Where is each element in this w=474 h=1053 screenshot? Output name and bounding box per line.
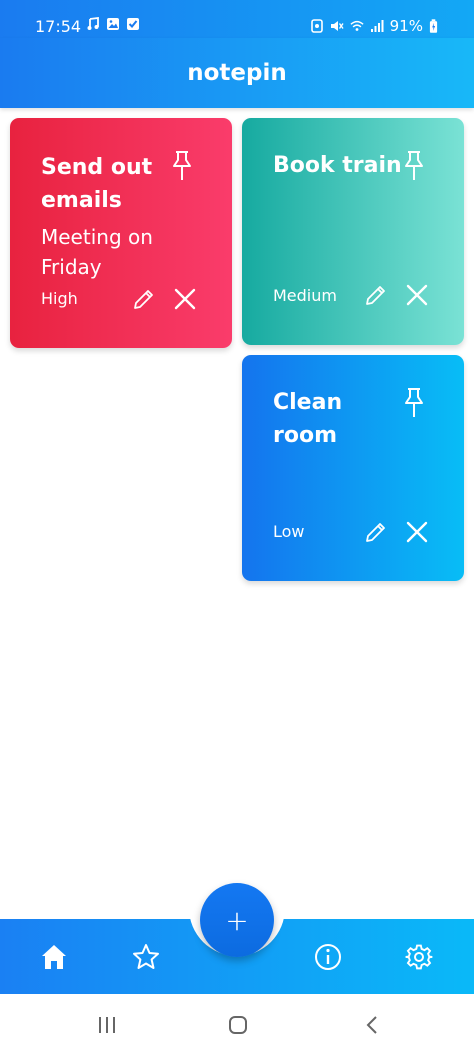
status-right: 91% [310, 17, 438, 35]
delete-icon[interactable] [405, 283, 429, 307]
home-button-icon[interactable] [227, 1014, 249, 1036]
battery-percent: 91% [389, 17, 423, 35]
pin-icon[interactable] [402, 150, 426, 182]
note-body: Meeting on Friday [41, 222, 153, 282]
status-left-icons [86, 17, 140, 31]
app-title: notepin [187, 60, 287, 86]
status-time: 17:54 [35, 17, 82, 36]
note-title-line: emails [41, 188, 122, 213]
note-priority: High [41, 289, 78, 308]
back-icon[interactable] [362, 1014, 384, 1036]
checkbox-icon [127, 18, 139, 30]
gear-icon[interactable] [405, 943, 433, 971]
delete-icon[interactable] [405, 520, 429, 544]
note-title: Clean room [273, 386, 342, 452]
note-title-line: Book train [273, 153, 402, 178]
pin-icon[interactable] [170, 150, 194, 182]
note-card[interactable]: Send out emails Meeting on Friday High [10, 118, 232, 348]
edit-icon[interactable] [364, 283, 388, 307]
note-title-line: Clean [273, 390, 343, 415]
pin-icon[interactable] [402, 387, 426, 419]
note-card[interactable]: Clean room Low [242, 355, 464, 581]
add-label: + [225, 903, 249, 937]
home-icon[interactable] [40, 943, 68, 971]
delete-icon[interactable] [173, 287, 197, 311]
add-note-button[interactable]: + [200, 883, 274, 957]
note-title: Send out emails [41, 151, 152, 217]
status-bar: 17:54 91% [0, 0, 474, 38]
note-priority: Medium [273, 286, 337, 305]
note-card[interactable]: Book train Medium [242, 118, 464, 345]
note-body-line: Meeting on [41, 225, 153, 249]
note-title-line: Send out [41, 155, 153, 180]
note-body-line: Friday [41, 255, 102, 279]
note-title: Book train [273, 149, 402, 182]
wifi-icon [350, 20, 364, 31]
recents-icon[interactable] [96, 1014, 118, 1036]
image-icon [107, 18, 119, 30]
app-bar: notepin [0, 38, 474, 108]
note-title-line: room [273, 423, 338, 448]
signal-icon [370, 20, 384, 32]
music-note-icon [87, 17, 99, 30]
edit-icon[interactable] [132, 287, 156, 311]
alarm-icon [310, 19, 323, 33]
edit-icon[interactable] [364, 520, 388, 544]
star-icon[interactable] [132, 943, 160, 971]
info-icon[interactable] [314, 943, 342, 971]
battery-icon [429, 18, 438, 33]
mute-icon [330, 21, 344, 31]
note-priority: Low [273, 522, 305, 541]
